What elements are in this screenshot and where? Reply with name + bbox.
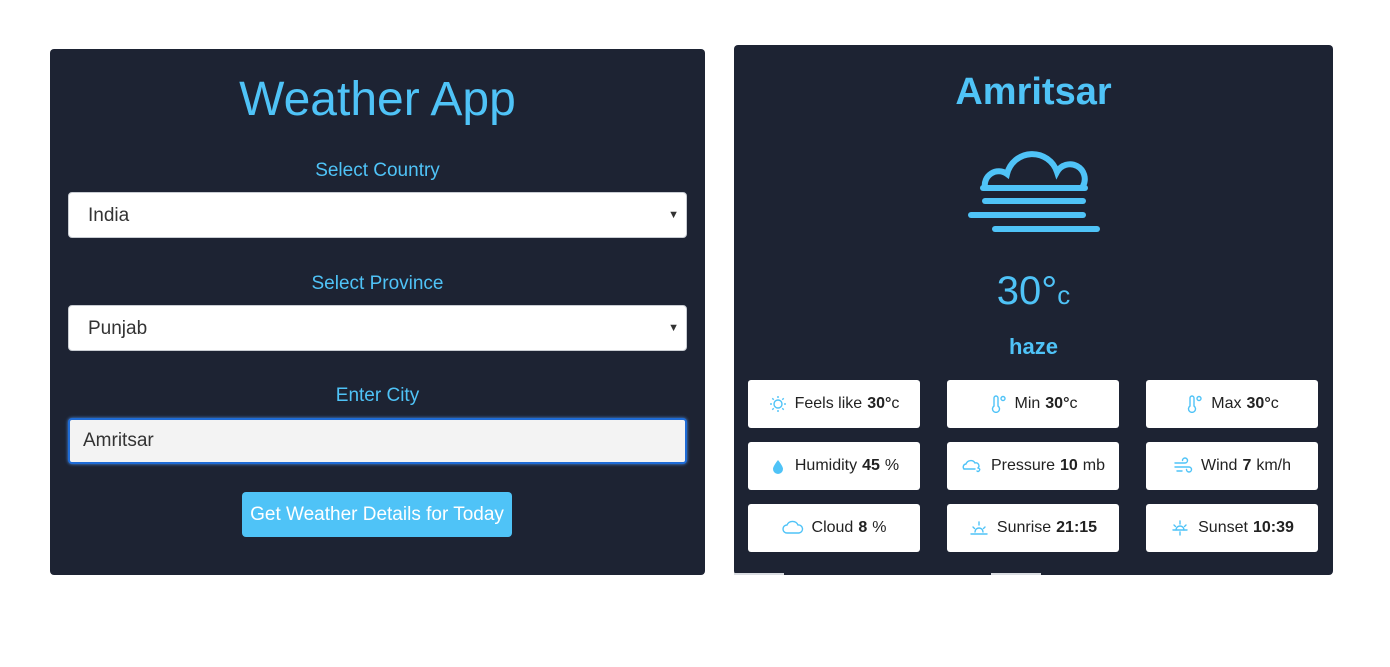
card-unit: c: [1069, 395, 1078, 412]
card-unit: mb: [1082, 457, 1106, 474]
card-value: 30°: [1045, 395, 1070, 412]
weather-result-panel: Amritsar 30°c haze Feels like 30°c Min 3…: [734, 45, 1333, 575]
card-value: 7: [1242, 457, 1252, 474]
country-select[interactable]: India ▼: [68, 192, 687, 238]
city-label: Enter City: [335, 385, 420, 406]
temperature-value: 30°: [996, 269, 1058, 313]
card-value: 45: [862, 457, 880, 474]
wind-icon: [1174, 457, 1193, 473]
card-unit: %: [884, 457, 900, 474]
city-name: Amritsar: [955, 71, 1112, 113]
card-unit: %: [872, 519, 887, 536]
wind-card: Wind 7 km/h: [1146, 442, 1318, 490]
humidity-card: Humidity 45 %: [748, 442, 920, 490]
thermometer-icon: [991, 395, 1006, 413]
weather-condition: haze: [1009, 334, 1058, 359]
card-label: Humidity: [794, 457, 858, 474]
max-temp-card: Max 30°c: [1146, 380, 1318, 428]
card-value: 10:39: [1252, 519, 1294, 536]
sunrise-icon: [970, 521, 988, 535]
card-value: 10: [1060, 457, 1078, 474]
get-weather-button[interactable]: Get Weather Details for Today: [242, 492, 512, 537]
app-title: Weather App: [239, 73, 516, 126]
card-label: Min: [1014, 395, 1041, 412]
card-label: Max: [1211, 395, 1242, 412]
cloud-wind-icon: [962, 459, 981, 473]
card-value: 30°: [867, 395, 892, 412]
city-input[interactable]: [68, 418, 687, 464]
province-select[interactable]: Punjab ▼: [68, 305, 687, 351]
haze-icon: [968, 151, 1100, 232]
cloud-icon: [781, 520, 803, 534]
province-label: Select Province: [311, 273, 444, 294]
card-label: Wind: [1200, 457, 1238, 474]
card-label: Pressure: [990, 457, 1055, 474]
card-shadow: [991, 573, 1041, 575]
min-temp-card: Min 30°c: [947, 380, 1119, 428]
card-shadow: [734, 573, 784, 575]
card-value: 8: [858, 519, 868, 536]
feels-like-card: Feels like 30°c: [748, 380, 920, 428]
card-value: 30°: [1246, 395, 1271, 412]
chevron-down-icon: ▼: [668, 209, 679, 221]
sunset-icon: [1172, 520, 1188, 536]
card-label: Sunrise: [996, 519, 1052, 536]
pressure-card: Pressure 10 mb: [947, 442, 1119, 490]
temperature-unit: c: [1057, 280, 1071, 310]
card-label: Feels like: [794, 395, 863, 412]
card-unit: c: [1270, 395, 1279, 412]
sunrise-card: Sunrise 21:15: [947, 504, 1119, 552]
chevron-down-icon: ▼: [668, 322, 679, 334]
sun-icon: [769, 396, 786, 412]
weather-form-panel: Weather App Select Country India ▼ Selec…: [50, 49, 705, 575]
card-unit: c: [891, 395, 900, 412]
temperature: 30°c: [734, 271, 1333, 311]
country-select-value: India: [88, 205, 130, 226]
thermometer-icon: [1188, 395, 1202, 413]
card-value: 21:15: [1056, 519, 1098, 536]
country-label: Select Country: [315, 160, 440, 181]
sunset-card: Sunset 10:39: [1146, 504, 1318, 552]
card-label: Sunset: [1198, 519, 1248, 536]
cloud-card: Cloud 8 %: [748, 504, 920, 552]
card-label: Cloud: [811, 519, 854, 536]
province-select-value: Punjab: [88, 318, 148, 339]
card-unit: km/h: [1256, 457, 1292, 474]
droplet-icon: [772, 460, 783, 474]
